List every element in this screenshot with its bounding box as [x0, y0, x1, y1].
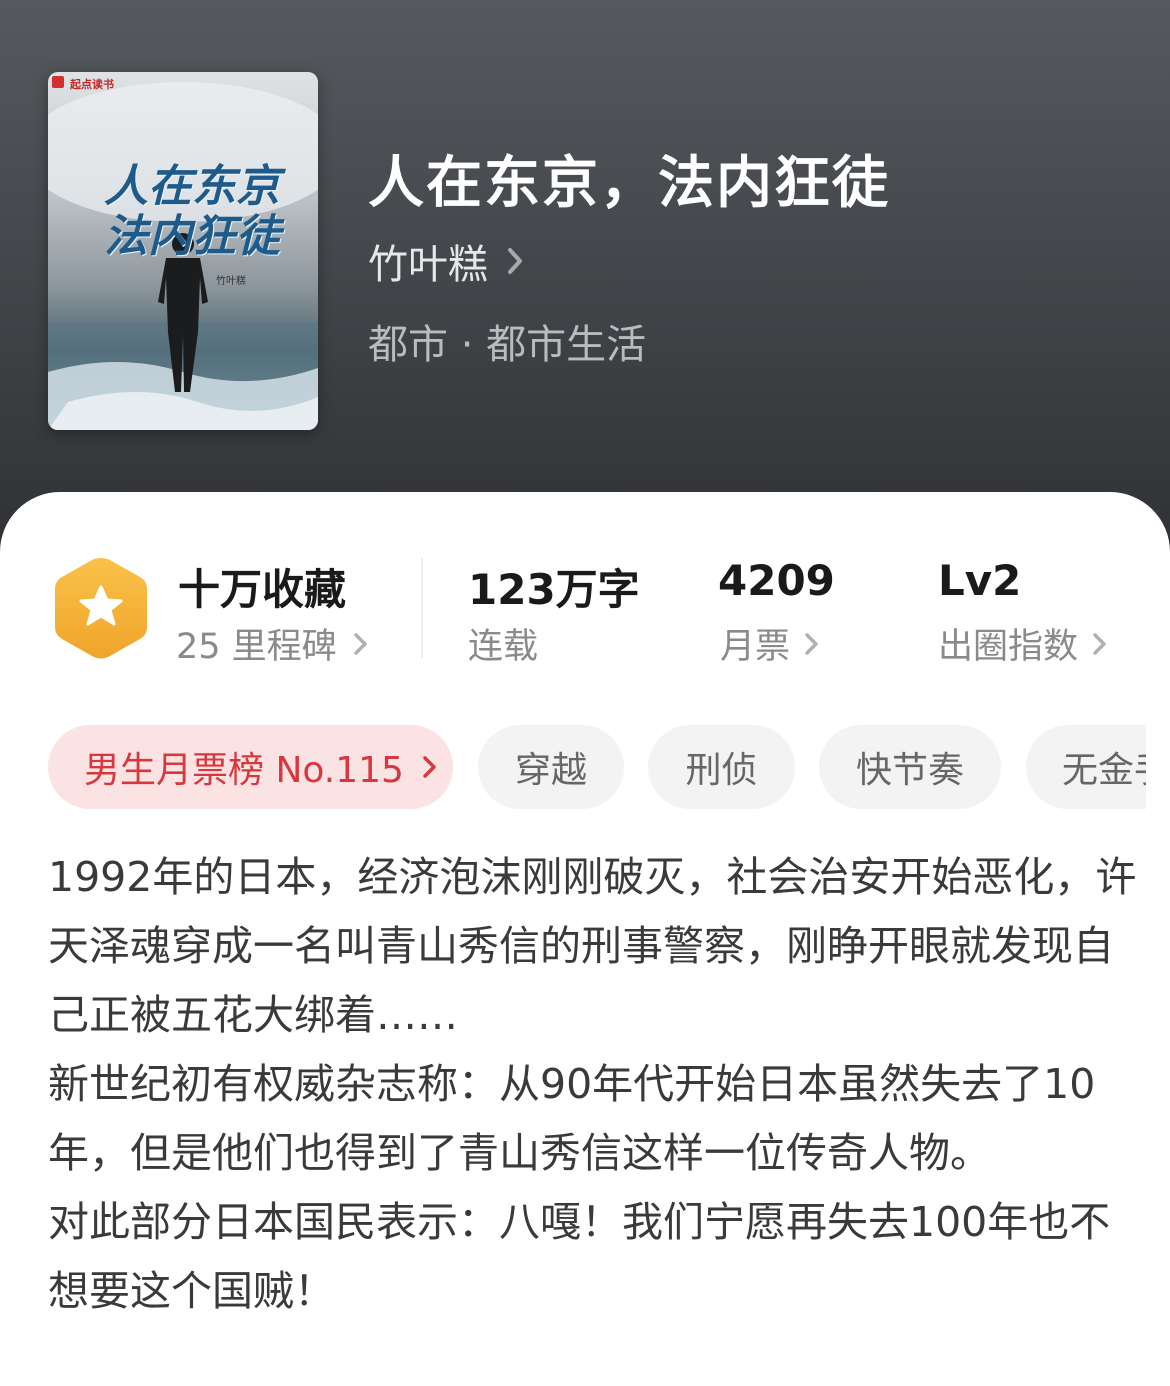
rank-tag[interactable]: 男生月票榜 No.115: [48, 725, 453, 809]
book-description: 1992年的日本，经济泡沫刚刚破灭，社会治安开始恶化，许天泽魂穿成一名叫青山秀信…: [48, 843, 1138, 1326]
collection-count: 十万收藏: [178, 565, 347, 614]
chevron-right-icon: [353, 632, 367, 655]
book-category[interactable]: 都市 · 都市生活: [368, 312, 646, 368]
monthly-ticket-label: 月票: [720, 627, 791, 667]
stats-divider: [421, 558, 423, 658]
popularity-level: Lv2: [938, 556, 1022, 605]
chevron-right-icon: [805, 632, 818, 655]
description-paragraph: 对此部分日本国民表示：八嘎！我们宁愿再失去100年也不想要这个国贼！: [48, 1198, 1111, 1315]
milestone-link[interactable]: 25 里程碑: [176, 618, 369, 669]
cover-author: 竹叶糕: [216, 276, 246, 287]
tag-item[interactable]: 无金手指: [1026, 725, 1146, 809]
description-paragraph: 1992年的日本，经济泡沫刚刚破灭，社会治安开始恶化，许天泽魂穿成一名叫青山秀信…: [48, 853, 1137, 1039]
author-link[interactable]: 竹叶糕: [368, 234, 526, 288]
popularity-link[interactable]: 出圈指数: [938, 618, 1108, 669]
rank-tag-label: 男生月票榜 No.115: [84, 750, 404, 791]
popularity-label: 出圈指数: [938, 627, 1079, 667]
book-title: 人在东京，法内狂徒: [368, 151, 890, 216]
tag-item[interactable]: 刑侦: [648, 725, 795, 809]
author-name: 竹叶糕: [368, 242, 488, 288]
cover-title-line2: 法内狂徒: [104, 211, 280, 262]
monthly-ticket-count: 4209: [718, 556, 835, 605]
chevron-right-icon: [1093, 632, 1106, 655]
monthly-ticket-link[interactable]: 月票: [720, 618, 820, 669]
star-hexagon-icon: [55, 558, 147, 659]
chevron-right-icon: [508, 248, 522, 274]
cover-publisher: 起点读书: [70, 78, 114, 91]
tag-item[interactable]: 快节奏: [819, 725, 1001, 809]
cover-title-line1: 人在东京: [104, 161, 280, 212]
book-header: 起点读书 人在东京 法内狂徒 竹叶糕 人在东京，法内狂徒 竹叶糕 都市 · 都市…: [0, 0, 1170, 560]
tag-list: 男生月票榜 No.115 穿越 刑侦 快节奏 无金手指: [48, 725, 1146, 809]
milestone-label: 25 里程碑: [176, 627, 337, 667]
chevron-right-icon: [423, 756, 436, 778]
word-count: 123万字: [468, 565, 640, 614]
description-paragraph: 新世纪初有权威杂志称：从90年代开始日本虽然失去了10年，但是他们也得到了青山秀…: [48, 1060, 1096, 1177]
serial-status: 连载: [468, 627, 539, 667]
book-cover[interactable]: 起点读书 人在东京 法内狂徒 竹叶糕: [48, 72, 318, 430]
tag-item[interactable]: 穿越: [478, 725, 624, 809]
